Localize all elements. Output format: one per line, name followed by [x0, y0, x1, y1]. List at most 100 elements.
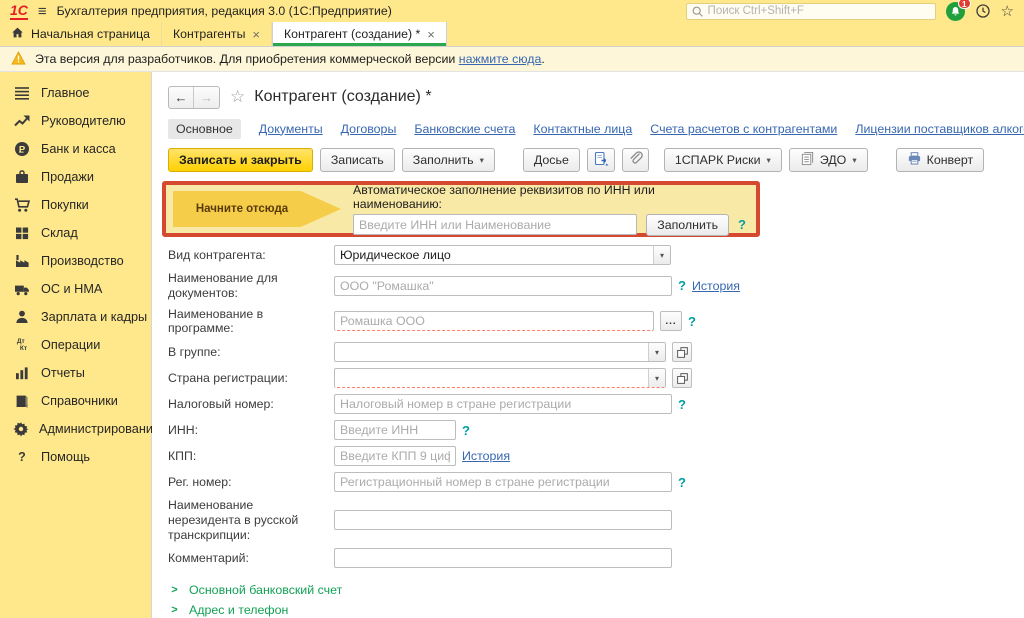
dossier-button[interactable]: Досье [523, 148, 580, 172]
sidebar-item-reports[interactable]: Отчеты [0, 359, 151, 387]
sidebar-item-sales[interactable]: Продажи [0, 163, 151, 191]
envelope-button[interactable]: Конверт [896, 148, 985, 172]
start-here-arrow: Начните отсюда [173, 191, 341, 227]
field-label: Налоговый номер: [168, 397, 334, 412]
sidebar-item-manager[interactable]: Руководителю [0, 107, 151, 135]
sidebar-item-label: Зарплата и кадры [41, 310, 147, 324]
sidebar-item-catalogs[interactable]: Справочники [0, 387, 151, 415]
ellipsis-button[interactable]: ... [660, 311, 682, 331]
load-from-file-button[interactable] [587, 148, 615, 172]
name-program-input[interactable] [334, 311, 654, 331]
tab-home[interactable]: Начальная страница [0, 22, 162, 46]
field-help-link[interactable]: ? [678, 475, 686, 490]
field-help-link[interactable]: ? [688, 314, 696, 329]
search-input[interactable] [708, 5, 931, 17]
kind-input[interactable] [335, 248, 653, 262]
section-address-phone[interactable]: >Адрес и телефон [168, 600, 1024, 618]
sidebar-item-operations[interactable]: ДтКтОперации [0, 331, 151, 359]
field-label: Наименование в программе: [168, 307, 334, 337]
inn-input[interactable] [334, 420, 456, 440]
section-bank-account[interactable]: >Основной банковский счет [168, 580, 1024, 600]
sidebar-item-salary[interactable]: Зарплата и кадры [0, 303, 151, 331]
form-tab-documents[interactable]: Документы [259, 122, 323, 136]
open-window-button[interactable] [672, 342, 692, 362]
sidebar-item-label: Продажи [41, 170, 94, 184]
field-row-name-docs: Наименование для документов:?История [168, 271, 1024, 301]
hamburger-menu-icon[interactable]: ≡ [38, 4, 47, 19]
tab-counterparty-new[interactable]: Контрагент (создание) * × [272, 22, 447, 46]
field-row-name-program: Наименование в программе:...? [168, 307, 1024, 337]
favorites-button[interactable]: ☆ [1001, 2, 1014, 20]
kind-combobox[interactable]: ▾ [334, 245, 671, 265]
attachments-button[interactable] [622, 148, 649, 172]
global-search[interactable] [686, 3, 936, 20]
nonresident-name-input[interactable] [334, 510, 672, 530]
reg-number-input[interactable] [334, 472, 672, 492]
field-label: ИНН: [168, 423, 334, 438]
save-and-close-button[interactable]: Записать и закрыть [168, 148, 313, 172]
form-tab-contracts[interactable]: Договоры [341, 122, 397, 136]
field-row-tax-number: Налоговый номер:? [168, 394, 1024, 414]
field-control: ? [334, 472, 686, 492]
form-tab-main[interactable]: Основное [168, 119, 241, 139]
fill-menu-button[interactable]: Заполнить ▾ [402, 148, 495, 172]
start-here-callout: Начните отсюда Автоматическое заполнение… [162, 181, 760, 237]
save-button[interactable]: Записать [320, 148, 395, 172]
edo-doc-icon [800, 151, 815, 169]
inn-or-name-input[interactable] [353, 214, 637, 235]
menu-lines-icon [13, 85, 31, 101]
autofill-help-link[interactable]: ? [738, 217, 746, 232]
tax-number-input[interactable] [334, 394, 672, 414]
country-combobox[interactable]: ▾ [334, 368, 666, 388]
autofill-fill-button[interactable]: Заполнить [646, 214, 729, 236]
buy-commercial-link[interactable]: нажмите сюда [459, 52, 542, 66]
close-icon[interactable]: × [252, 28, 260, 41]
form-tab-bank-accounts[interactable]: Банковские счета [414, 122, 515, 136]
chevron-down-icon[interactable]: ▾ [648, 343, 665, 361]
form-tab-settlement-accounts[interactable]: Счета расчетов с контрагентами [650, 122, 837, 136]
form-tab-contact-persons[interactable]: Контактные лица [533, 122, 632, 136]
form-tab-alcohol-licenses[interactable]: Лицензии поставщиков алкогольной продукц… [855, 122, 1024, 136]
spark-risks-menu-button[interactable]: 1СПАРК Риски ▾ [664, 148, 782, 172]
group-input[interactable] [335, 345, 648, 359]
sidebar-item-administration[interactable]: Администрирование [0, 415, 151, 443]
form-area: ← → ☆ Контрагент (создание) * ОсновноеДо… [152, 72, 1024, 618]
country-input[interactable] [335, 371, 648, 385]
chevron-down-icon[interactable]: ▾ [648, 369, 665, 387]
kpp-input[interactable] [334, 446, 456, 466]
field-help-link[interactable]: ? [678, 278, 686, 293]
sidebar-item-bank-cash[interactable]: РБанк и касса [0, 135, 151, 163]
sidebar-item-warehouse[interactable]: Склад [0, 219, 151, 247]
tab-counterparties[interactable]: Контрагенты × [162, 22, 272, 46]
sidebar-item-assets[interactable]: ОС и НМА [0, 275, 151, 303]
cart-icon [13, 197, 31, 213]
group-combobox[interactable]: ▾ [334, 342, 666, 362]
sidebar-item-label: ОС и НМА [41, 282, 102, 296]
warning-text: Эта версия для разработчиков. Для приобр… [35, 52, 545, 66]
autofill-caption: Автоматическое заполнение реквизитов по … [353, 183, 746, 211]
close-icon[interactable]: × [427, 28, 435, 41]
back-button[interactable]: ← [169, 87, 194, 108]
field-label: КПП: [168, 449, 334, 464]
chevron-down-icon: ▾ [767, 155, 771, 166]
forward-button[interactable]: → [194, 87, 219, 108]
favorite-star-icon[interactable]: ☆ [230, 87, 245, 107]
sidebar-item-help[interactable]: ?Помощь [0, 443, 151, 471]
comment-input[interactable] [334, 548, 672, 568]
sidebar-item-production[interactable]: Производство [0, 247, 151, 275]
chevron-down-icon[interactable]: ▾ [653, 246, 670, 264]
history-button[interactable] [975, 3, 991, 19]
paperclip-icon [628, 151, 643, 169]
history-link[interactable]: История [692, 279, 740, 293]
notifications-button[interactable]: 1 [946, 2, 965, 21]
field-help-link[interactable]: ? [462, 423, 470, 438]
sidebar-item-main[interactable]: Главное [0, 79, 151, 107]
history-link[interactable]: История [462, 449, 510, 463]
field-help-link[interactable]: ? [678, 397, 686, 412]
open-window-button[interactable] [672, 368, 692, 388]
field-control: ▾ [334, 342, 692, 362]
sidebar-item-purchases[interactable]: Покупки [0, 191, 151, 219]
edo-menu-button[interactable]: ЭДО ▾ [789, 148, 868, 172]
name-docs-input[interactable] [334, 276, 672, 296]
field-row-nonresident-name: Наименование нерезидента в русской транс… [168, 498, 1024, 542]
